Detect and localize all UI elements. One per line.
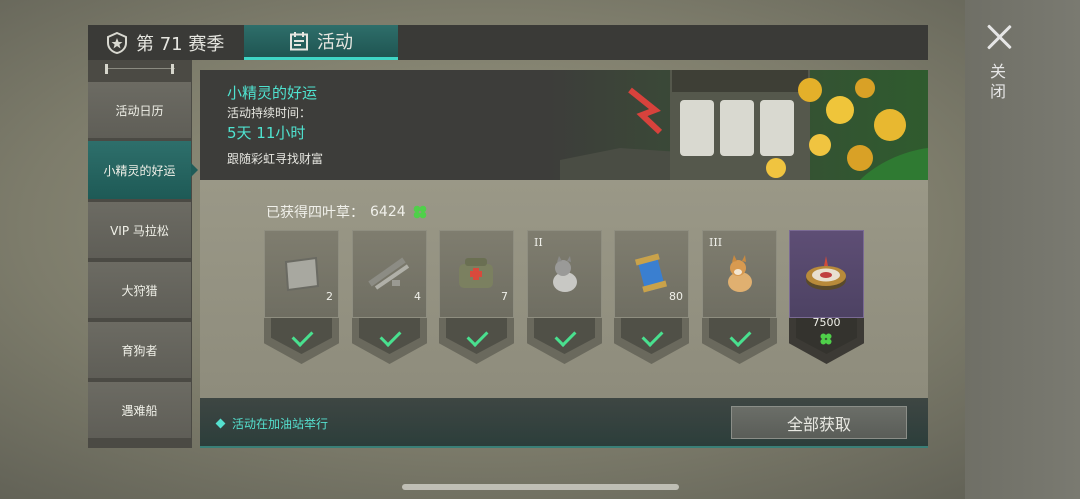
- clover-icon: [820, 333, 832, 345]
- tab-season-label: 第 71 赛季: [136, 33, 225, 55]
- clover-counter-value: 6424: [370, 204, 406, 220]
- roulette-wheel-icon: [806, 256, 846, 290]
- event-description: 跟随彩虹寻找财富: [227, 152, 324, 166]
- metal-plate-icon: [284, 256, 320, 292]
- claim-all-button[interactable]: 全部获取: [731, 406, 907, 439]
- clover-counter: 已获得四叶草： 6424: [266, 202, 428, 222]
- reward-energy-canister[interactable]: 80: [614, 230, 689, 364]
- sidebar-item-calendar[interactable]: 活动日历: [88, 82, 191, 138]
- sidebar-item-shipwreck[interactable]: 遇难船: [88, 382, 191, 438]
- reward-medic-bag[interactable]: 7: [439, 230, 514, 364]
- tab-season[interactable]: 第 71 赛季: [106, 25, 224, 60]
- sidebar-item-great-hunt[interactable]: 大狩猎: [88, 262, 191, 318]
- event-banner: 小精灵的好运 活动持续时间： 5天 11小时 跟随彩虹寻找财富: [200, 70, 928, 180]
- close-label[interactable]: 关闭: [988, 62, 1008, 102]
- sidebar-scroll-indicator: [105, 64, 175, 74]
- reward-metal-plate[interactable]: 2: [264, 230, 339, 364]
- event-title: 小精灵的好运: [227, 84, 318, 102]
- medic-bag-icon: [459, 258, 493, 288]
- reward-quantity: 2: [326, 290, 333, 303]
- sidebar-item-label: 遇难船: [121, 403, 158, 418]
- reward-pipes[interactable]: 4: [352, 230, 427, 364]
- sidebar-item-dog-breeder[interactable]: 育狗者: [88, 322, 191, 378]
- sidebar-item-label: 小精灵的好运: [103, 163, 176, 178]
- reward-quantity: 80: [669, 290, 683, 303]
- sidebar-item-label: 育狗者: [121, 343, 158, 358]
- sidebar-item-label: VIP 马拉松: [110, 223, 169, 238]
- tab-activity[interactable]: 活动: [244, 25, 398, 60]
- sidebar-item-vip-marathon[interactable]: VIP 马拉松: [88, 202, 191, 258]
- clover-counter-label: 已获得四叶草：: [266, 205, 364, 221]
- slot-machine-illustration: [560, 70, 928, 180]
- scroll-tick: [171, 64, 174, 74]
- top-tab-bar: 第 71 赛季 活动: [88, 25, 928, 60]
- location-note-text: 活动在加油站举行: [232, 417, 329, 431]
- home-indicator[interactable]: [402, 484, 679, 490]
- sidebar-item-label: 大狩猎: [121, 283, 158, 298]
- reward-quantity: 4: [414, 290, 421, 303]
- corgi-dog-icon: [728, 255, 752, 292]
- reward-husky-dog[interactable]: II: [527, 230, 602, 364]
- reward-roulette-wheel[interactable]: 7500: [789, 230, 864, 364]
- diamond-icon: [215, 418, 226, 429]
- sidebar-item-label: 活动日历: [115, 103, 164, 118]
- duration-value: 5天 11小时: [227, 124, 306, 142]
- location-note: 活动在加油站举行: [215, 415, 329, 432]
- side-panel-background: [965, 0, 1080, 499]
- close-icon[interactable]: [984, 22, 1014, 52]
- sidebar-item-leprechaun-luck[interactable]: 小精灵的好运: [88, 141, 198, 199]
- scroll-tick: [105, 64, 108, 74]
- reward-corgi-dog[interactable]: III: [702, 230, 777, 364]
- reward-cost: 7500: [812, 316, 841, 329]
- tab-activity-label: 活动: [317, 32, 353, 53]
- event-footer: 活动在加油站举行 全部获取: [200, 398, 928, 448]
- duration-label: 活动持续时间：: [227, 106, 312, 120]
- husky-dog-icon: [553, 256, 577, 292]
- pipes-icon: [368, 257, 410, 290]
- shield-star-icon: [106, 31, 128, 54]
- clover-icon: [413, 205, 426, 219]
- calendar-icon: [289, 31, 309, 51]
- reward-quantity: 7: [501, 290, 508, 303]
